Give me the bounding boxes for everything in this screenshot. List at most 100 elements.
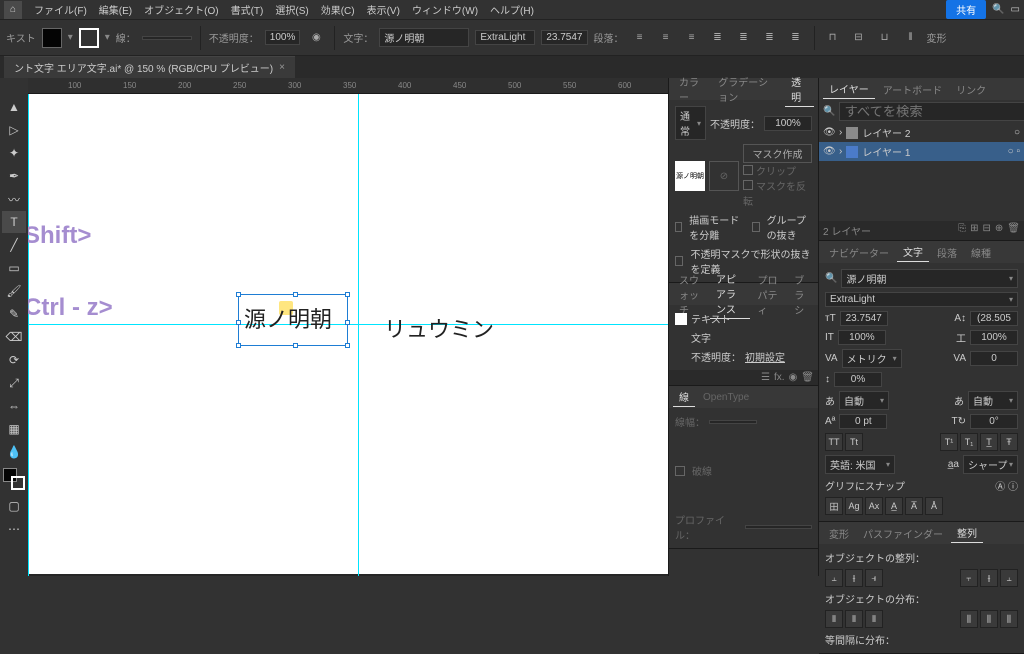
menu-help[interactable]: ヘルプ(H) (484, 0, 540, 19)
mask-empty[interactable]: ⊘ (709, 161, 739, 191)
wand-tool[interactable]: ✦ (2, 142, 26, 164)
justify-icon[interactable]: ≣ (708, 28, 728, 48)
transform-label[interactable]: 変形 (927, 30, 947, 45)
visibility-icon[interactable]: 👁 (823, 127, 835, 138)
font-size-field[interactable]: 23.7547 (840, 311, 888, 326)
canvas-text-1[interactable]: 源ノ明朝 (244, 302, 332, 334)
valign-top-icon[interactable]: ⊓ (823, 28, 843, 48)
align-center-icon[interactable]: ≡ (656, 28, 676, 48)
font-field[interactable]: 源ノ明朝 (379, 28, 469, 47)
tab-transparency[interactable]: 透明 (785, 72, 814, 107)
size-field[interactable]: 23.7547 (541, 30, 587, 45)
align-vcenter-btn[interactable]: ⫲ (980, 569, 998, 587)
selection-tool[interactable]: ▲ (2, 96, 26, 118)
canvas[interactable]: Shift> Ctrl - z> 源ノ明朝 リュウミン (28, 94, 668, 576)
layer-row-selected[interactable]: 👁› レイヤー 1 ○ ▫ (819, 142, 1024, 161)
valign-mid-icon[interactable]: ⊟ (849, 28, 869, 48)
fill-swatch[interactable] (42, 28, 62, 48)
blend-mode-dropdown[interactable]: 通常▾ (675, 106, 706, 140)
justify2-icon[interactable]: ≣ (734, 28, 754, 48)
make-mask-btn[interactable]: マスク作成 (743, 144, 812, 163)
direct-select-tool[interactable]: ▷ (2, 119, 26, 141)
guide-vertical[interactable] (358, 94, 359, 576)
menu-type[interactable]: 書式(T) (225, 0, 270, 19)
tab-transform[interactable]: 変形 (823, 524, 855, 543)
justify3-icon[interactable]: ≣ (760, 28, 780, 48)
tab-navigator[interactable]: ナビゲーター (823, 243, 895, 262)
appearance-menu-icon[interactable]: ☰ (761, 372, 770, 383)
share-button[interactable]: 共有 (946, 0, 986, 19)
style-icon[interactable]: ◉ (306, 28, 326, 48)
weight-field[interactable]: ExtraLight (475, 30, 535, 45)
rotate-tool[interactable]: ⟳ (2, 349, 26, 371)
menu-view[interactable]: 表示(V) (361, 0, 406, 19)
opacity-field[interactable]: 100% (265, 30, 301, 45)
tab-paragraph[interactable]: 段落 (931, 243, 963, 262)
chk-knockout[interactable] (752, 222, 759, 232)
kerning-dropdown[interactable]: メトリク▾ (842, 349, 902, 368)
chk-isolate[interactable] (675, 222, 682, 232)
menu-object[interactable]: オブジェクト(O) (138, 0, 224, 19)
tab-gradient[interactable]: グラデーション (712, 72, 783, 106)
tab-links[interactable]: リンク (950, 80, 992, 99)
language-dropdown[interactable]: 英語: 米国▾ (825, 455, 895, 474)
menu-file[interactable]: ファイル(F) (28, 0, 93, 19)
tab-stroke[interactable]: 線 (673, 387, 695, 407)
guide-vertical-2[interactable] (28, 94, 29, 576)
layer-row[interactable]: 👁› レイヤー 2 ○ (819, 123, 1024, 142)
new-layer-icon[interactable]: ⊕ (995, 223, 1003, 238)
trash-icon[interactable]: 🗑 (1007, 223, 1020, 238)
eyedropper-tool[interactable]: 💧 (2, 441, 26, 463)
tab-opentype[interactable]: OpenType (697, 390, 755, 405)
rectangle-tool[interactable]: ▭ (2, 257, 26, 279)
menu-window[interactable]: ウィンドウ(W) (406, 0, 484, 19)
shaper-tool[interactable]: ✎ (2, 303, 26, 325)
align-left-icon[interactable]: ≡ (630, 28, 650, 48)
align-hcenter-btn[interactable]: ⫲ (845, 569, 863, 587)
align-bottom-btn[interactable]: ⫠ (1000, 569, 1018, 587)
fill-dropdown-icon[interactable]: ▾ (68, 32, 73, 43)
eraser-tool[interactable]: ⌫ (2, 326, 26, 348)
stroke-width-field[interactable] (142, 36, 192, 40)
fill-stroke-indicator[interactable] (3, 468, 25, 490)
menu-edit[interactable]: 編集(E) (93, 0, 138, 19)
char-weight-dropdown[interactable]: ExtraLight▾ (825, 292, 1018, 307)
valign-bot-icon[interactable]: ⊔ (875, 28, 895, 48)
chk-opacity-mask[interactable] (675, 256, 683, 266)
home-icon[interactable]: ⌂ (4, 1, 22, 19)
curvature-tool[interactable]: 〰 (2, 188, 26, 210)
tab-pathfinder[interactable]: パスファインダー (857, 524, 949, 543)
tab-property[interactable]: プロパティ (752, 270, 787, 319)
tab-character[interactable]: 文字 (897, 242, 929, 262)
locate-icon[interactable]: ⎘ (958, 223, 966, 238)
char-font-dropdown[interactable]: 源ノ明朝▾ (841, 269, 1018, 288)
align-top-btn[interactable]: ⫟ (960, 569, 978, 587)
transparency-opacity[interactable]: 100% (764, 116, 812, 131)
tab-linetype[interactable]: 線種 (965, 243, 997, 262)
leading-field[interactable]: (28.505 (970, 311, 1018, 326)
align-right-icon[interactable]: ≡ (682, 28, 702, 48)
tab-artboards[interactable]: アートボード (877, 80, 948, 99)
search-icon[interactable]: 🔍 (823, 106, 835, 117)
close-tab-icon[interactable]: × (279, 62, 285, 73)
more-tools[interactable]: ⋯ (2, 518, 26, 540)
menu-select[interactable]: 選択(S) (269, 0, 314, 19)
tab-color[interactable]: カラー (673, 72, 710, 106)
tab-layers[interactable]: レイヤー (823, 79, 875, 99)
width-tool[interactable]: ⇔ (2, 395, 26, 417)
align-left-btn[interactable]: ⫠ (825, 569, 843, 587)
brush-tool[interactable]: 🖌 (2, 280, 26, 302)
canvas-text-2[interactable]: リュウミン (384, 312, 494, 344)
justify4-icon[interactable]: ≣ (786, 28, 806, 48)
antialias-dropdown[interactable]: シャープ▾ (963, 455, 1018, 474)
screen-mode-tool[interactable]: ▢ (2, 495, 26, 517)
search-icon[interactable]: 🔍 (992, 4, 1004, 15)
tab-align[interactable]: 整列 (951, 523, 983, 543)
visibility-icon[interactable]: 👁 (823, 146, 835, 157)
align-right-btn[interactable]: ⫣ (865, 569, 883, 587)
gradient-tool[interactable]: ▦ (2, 418, 26, 440)
stroke-dropdown-icon[interactable]: ▾ (105, 32, 110, 43)
distribute-icon[interactable]: ⫴ (901, 28, 921, 48)
pen-tool[interactable]: ✒ (2, 165, 26, 187)
stroke-swatch[interactable] (79, 28, 99, 48)
